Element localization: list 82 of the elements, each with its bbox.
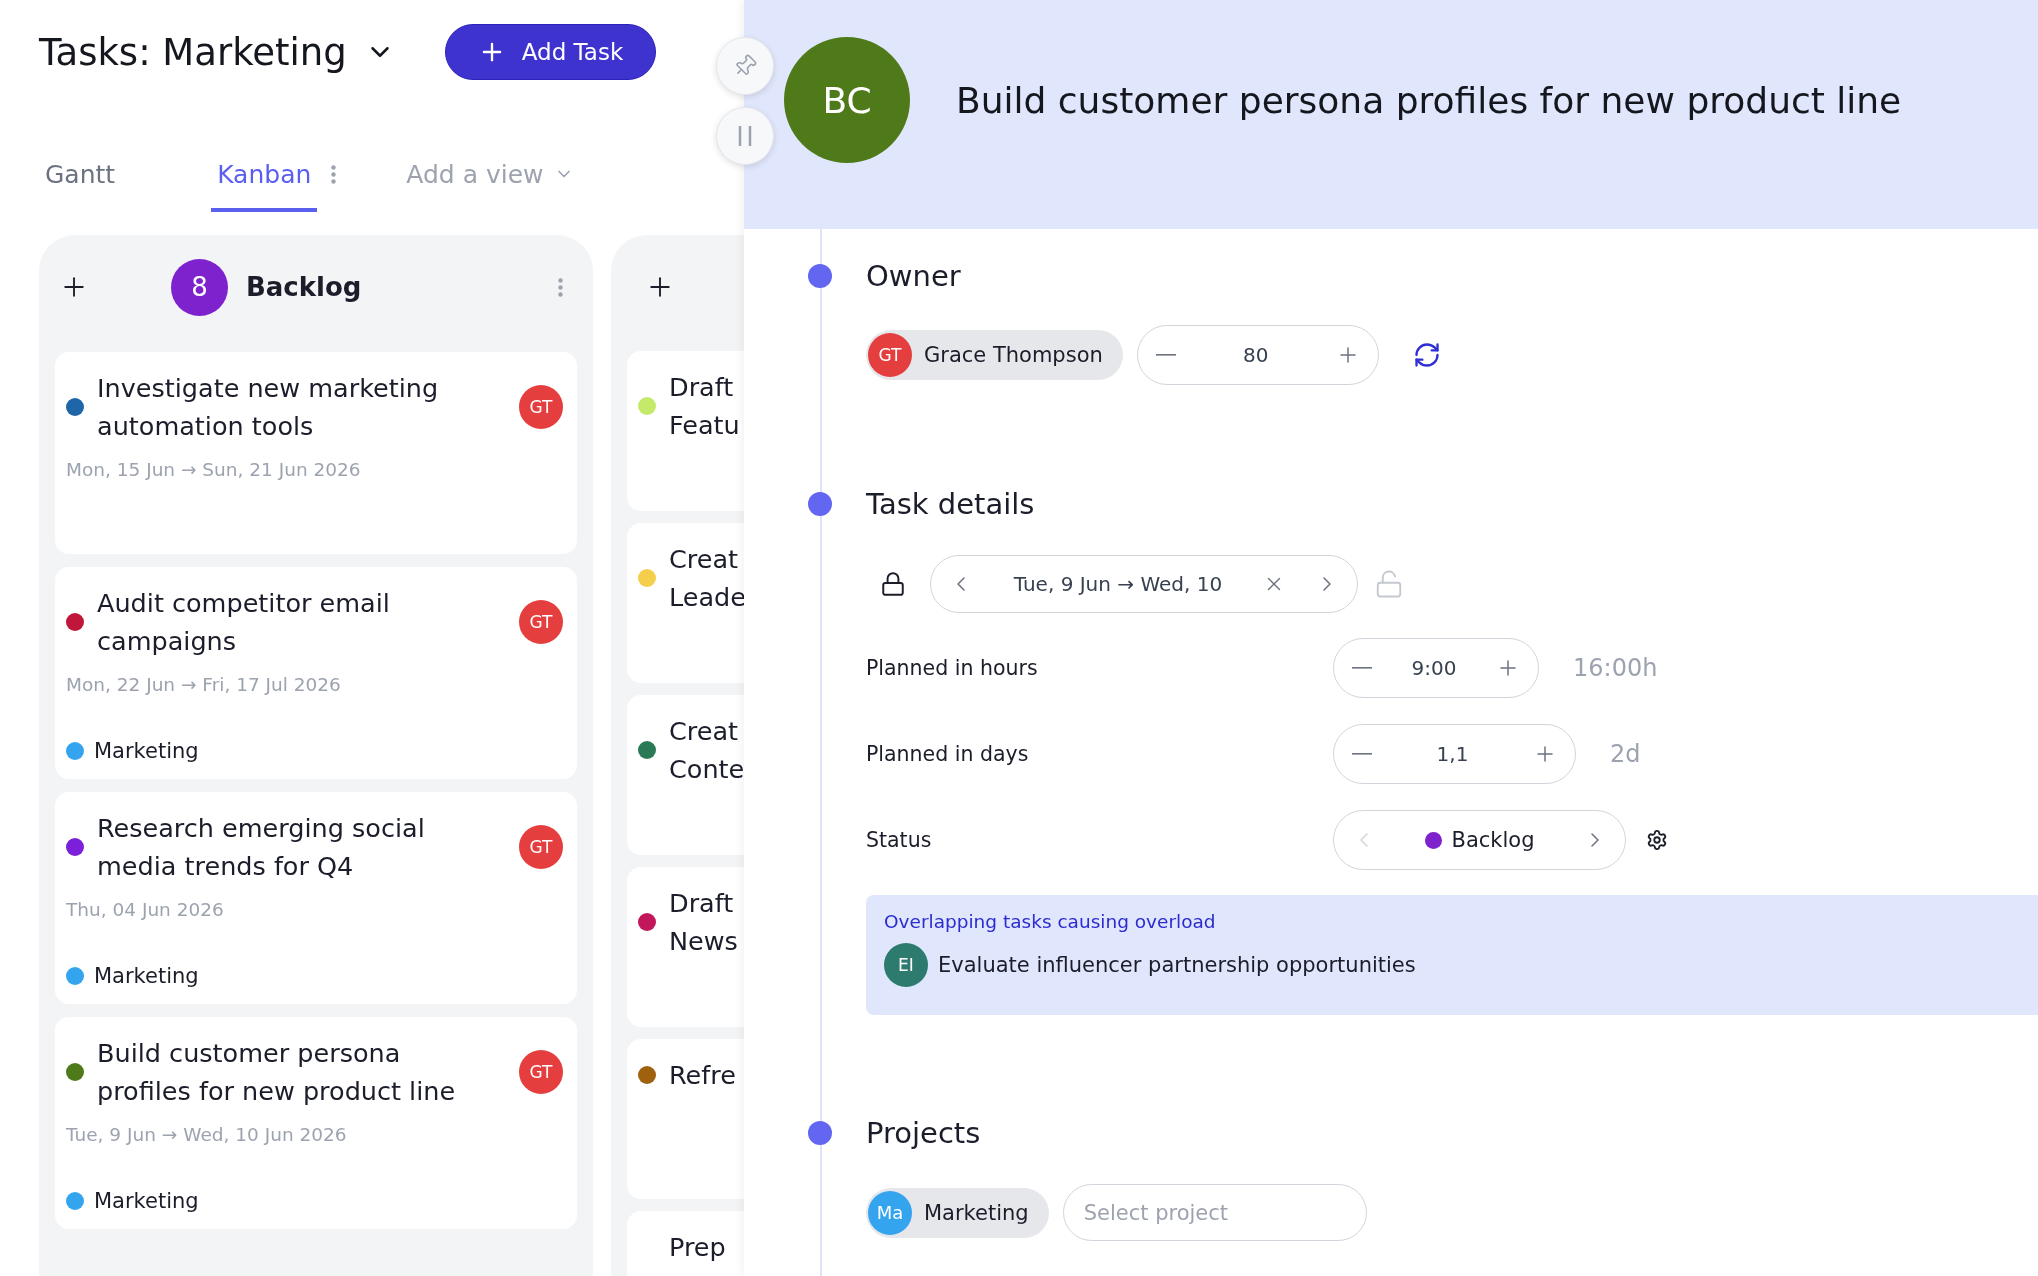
overlapping-task[interactable]: Evaluate influencer partnership opportunities [938, 953, 1416, 977]
task-title: Creat [669, 715, 740, 748]
task-title: Investigate new marketing automation tools [97, 372, 440, 443]
owner-avatar: GT [868, 333, 912, 377]
task-card[interactable]: Draft Featu [627, 351, 744, 511]
task-dates: Tue, 9 Jun → Wed, 10 Jun 2026 [66, 1124, 347, 1145]
task-title: Draft [669, 887, 735, 920]
refresh-icon [1412, 341, 1441, 369]
add-task-button[interactable]: Add Task [444, 24, 657, 80]
assignee-avatar: GT [519, 385, 563, 429]
project-select-field[interactable]: Select project [1062, 1184, 1367, 1241]
task-card[interactable]: Investigate new marketing automation tools GT Mon, 15 Jun → Sun, 21 Jun 2026 [55, 352, 577, 554]
column-title: Backlog [246, 272, 363, 302]
count-badge: 8 [171, 258, 228, 316]
task-title: Draft [669, 371, 735, 404]
owner-chip[interactable]: GT Grace Thompson [866, 330, 1123, 380]
project-title-dropdown[interactable]: Tasks: Marketing [39, 30, 395, 74]
task-avatar: BC [784, 37, 910, 163]
task-card[interactable]: Refre [627, 1039, 744, 1199]
owner-name: Grace Thompson [924, 343, 1103, 367]
project-name: Marketing [924, 1200, 1029, 1225]
assignee-avatar: GT [519, 600, 563, 644]
project-tag: Marketing [94, 1189, 199, 1213]
field-label: Planned in hours [866, 656, 1039, 680]
task-title: News [669, 925, 738, 958]
date-range: Tue, 9 Jun → Wed, 10 [1012, 572, 1224, 596]
section-dot [808, 492, 832, 516]
field-label: Planned in days [866, 742, 1030, 766]
task-dates: Mon, 15 Jun → Sun, 21 Jun 2026 [66, 459, 361, 480]
task-dates: Thu, 04 Jun 2026 [66, 899, 224, 920]
section-dot [808, 264, 832, 288]
section-title: Owner [866, 259, 961, 293]
task-title: Refre [669, 1059, 736, 1092]
view-tab[interactable]: Gantt [39, 140, 122, 212]
section-title: Task details [866, 487, 1035, 521]
planned-total: 16:00h [1573, 654, 1658, 682]
project-tag: Marketing [94, 739, 199, 763]
task-title: Conte [669, 753, 744, 786]
minus-icon [1352, 667, 1372, 669]
task-title: Prep [669, 1231, 726, 1264]
section-dot [808, 1121, 832, 1145]
field-label: Status [866, 828, 933, 852]
lock-icon[interactable] [880, 571, 906, 597]
task-title: Featu [669, 409, 740, 442]
pin-button[interactable] [716, 37, 774, 95]
task-card[interactable]: Audit competitor email campaigns GT Mon, 22 Jun → Fri, 17 Jul 2026 Marketing [55, 567, 577, 779]
task-title: Build customer persona profiles for new product line [97, 1037, 457, 1108]
task-card[interactable]: Creat Leade [627, 523, 744, 683]
task-title: Audit competitor email campaigns [97, 587, 391, 658]
minus-icon [1155, 354, 1176, 356]
task-title: Creat [669, 543, 740, 576]
stepper-value: 9:00 [1411, 656, 1457, 680]
view-tab[interactable]: Kanban [211, 140, 318, 212]
assignee-avatar: GT [519, 1050, 563, 1094]
task-title: Research emerging social media trends for Q4 [97, 812, 426, 883]
more-icon[interactable] [331, 164, 337, 184]
settings-icon [1646, 829, 1668, 851]
task-card[interactable]: Draft News [627, 867, 744, 1027]
task-dates: Mon, 22 Jun → Fri, 17 Jul 2026 [66, 674, 341, 695]
alert-title: Overlapping tasks causing overload [884, 911, 1217, 932]
planned-total: 2d [1610, 740, 1641, 768]
task-title: Build customer persona profiles for new product line [956, 79, 1902, 121]
project-chip[interactable]: Ma Marketing [866, 1187, 1049, 1238]
pause-icon [737, 124, 753, 148]
assignee-avatar: GT [519, 825, 563, 869]
stepper-value: 80 [1243, 343, 1269, 367]
minus-icon [1352, 753, 1372, 755]
pause-button[interactable] [716, 107, 774, 165]
task-card[interactable]: Research emerging social media trends for Q4 GT Thu, 04 Jun 2026 Marketing [55, 792, 577, 1004]
task-card[interactable]: Creat Conte [627, 695, 744, 855]
task-card[interactable]: Build customer persona profiles for new product line GT Tue, 9 Jun → Wed, 10 Jun 2026 Marketing [55, 1017, 577, 1229]
unlock-icon[interactable] [1374, 569, 1404, 599]
task-title: Leade [669, 581, 744, 614]
project-avatar: Ma [868, 1190, 912, 1235]
number-stepper[interactable]: 9:00 [1333, 638, 1539, 698]
project-tag: Marketing [94, 964, 199, 988]
task-avatar: EI [884, 943, 928, 987]
more-icon [558, 277, 563, 297]
task-card[interactable]: Prep [627, 1211, 744, 1276]
stepper-value: 1,1 [1436, 742, 1469, 766]
section-title: Projects [866, 1116, 981, 1150]
status-value: Backlog [1380, 828, 1579, 852]
